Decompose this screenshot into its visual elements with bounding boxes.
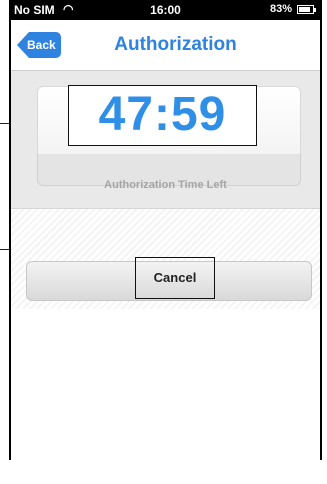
timer-value: 47:59 xyxy=(98,88,227,141)
timer-display: 47:59 xyxy=(68,85,257,146)
page-title: Authorization xyxy=(114,34,237,55)
navigation-bar: Back Authorization xyxy=(11,20,320,71)
phone-screen: No SIM ◠ 16:00 83% Back Authorization 47… xyxy=(9,0,322,460)
status-bar: No SIM ◠ 16:00 83% xyxy=(11,0,320,20)
cancel-button-label[interactable]: Cancel xyxy=(135,257,215,299)
battery-percent: 83% xyxy=(269,3,292,15)
timer-caption: Authorization Time Left xyxy=(104,179,227,191)
battery-icon xyxy=(297,5,316,14)
